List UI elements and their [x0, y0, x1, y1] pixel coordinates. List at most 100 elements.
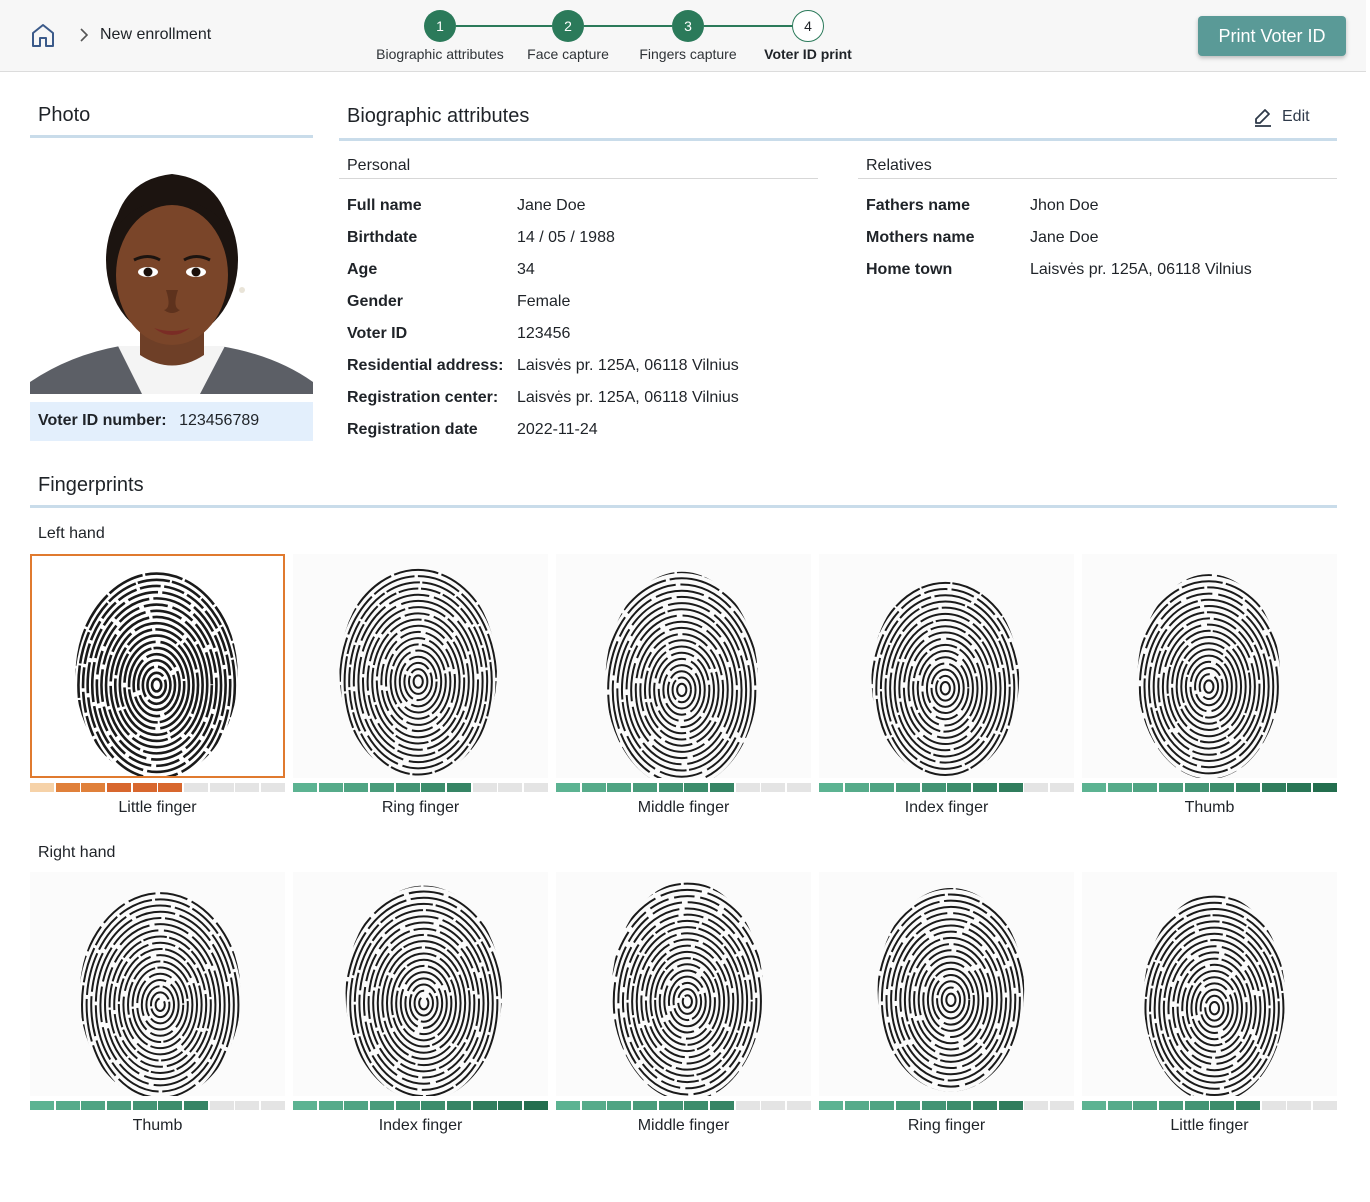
quality-segment [369, 1101, 395, 1110]
quality-segment [369, 783, 395, 792]
voter-id-number-label: Voter ID number: [38, 412, 167, 429]
edit-button[interactable]: Edit [1254, 106, 1310, 128]
fingerprint-image [75, 571, 238, 776]
quality-segment [183, 783, 209, 792]
attribute-key: Voter ID [347, 325, 408, 342]
quality-segment [921, 783, 946, 792]
quality-segment [132, 1101, 157, 1110]
quality-segment [106, 1101, 132, 1110]
quality-segment [1184, 1101, 1209, 1110]
quality-segment [498, 1101, 523, 1110]
quality-segment [1049, 1101, 1075, 1110]
attribute-key: Birthdate [347, 229, 418, 246]
quality-segment [786, 1101, 812, 1110]
quality-segment [870, 1101, 895, 1110]
quality-segment [607, 1101, 632, 1110]
quality-segment [235, 1101, 260, 1110]
quality-segment [318, 1101, 343, 1110]
voter-id-number-value: 123456789 [179, 412, 260, 429]
attribute-value: Laisvės pr. 125A, 06118 Vilnius [517, 357, 739, 374]
attribute-key: Home town [866, 261, 953, 278]
quality-segment [395, 783, 420, 792]
fingerprint-card-right-0[interactable]: Thumb [30, 872, 286, 1135]
quality-segment [395, 1101, 420, 1110]
quality-segment [1210, 1101, 1235, 1110]
attribute-value: 14 / 05 / 1988 [517, 229, 615, 246]
quality-segment [293, 783, 318, 792]
quality-segment [132, 783, 157, 792]
finger-name-label: Little finger [118, 799, 197, 816]
fingerprint-card-left-2[interactable]: Middle finger [556, 554, 812, 817]
step-1-circle[interactable]: 1 [424, 10, 456, 42]
attribute-value: 123456 [517, 325, 571, 342]
attribute-value: Laisvės pr. 125A, 06118 Vilnius [1030, 261, 1252, 278]
quality-segment [1133, 783, 1158, 792]
quality-segment [921, 1101, 946, 1110]
step-2-circle[interactable]: 2 [552, 10, 584, 42]
fingerprint-tile[interactable] [30, 872, 285, 1096]
fingerprint-tile[interactable] [819, 872, 1074, 1096]
print-voter-id-button[interactable]: Print Voter ID [1198, 16, 1346, 56]
attribute-key: Registration date [347, 421, 478, 438]
fingerprint-image [345, 885, 502, 1096]
fingerprint-tile[interactable] [819, 554, 1074, 778]
fingerprint-card-right-4[interactable]: Little finger [1082, 872, 1338, 1135]
relatives-divider [858, 178, 1337, 179]
fingerprint-card-left-0[interactable]: Little finger [30, 554, 286, 817]
fingerprint-card-left-1[interactable]: Ring finger [293, 554, 549, 817]
quality-segment [1235, 1101, 1261, 1110]
quality-segment [446, 783, 472, 792]
right-hand-label: Right hand [38, 844, 116, 861]
fingerprint-card-left-3[interactable]: Index finger [819, 554, 1075, 817]
step-3-circle[interactable]: 3 [672, 10, 704, 42]
quality-segment [709, 1101, 735, 1110]
photo-title: Photo [38, 104, 91, 126]
quality-segment [819, 1101, 844, 1110]
quality-segment [998, 1101, 1023, 1110]
quality-segment [998, 783, 1023, 792]
fingerprint-tile[interactable] [556, 872, 811, 1096]
quality-bar [819, 1101, 1075, 1110]
quality-segment [581, 783, 606, 792]
quality-segment [1184, 783, 1209, 792]
attribute-value: Jane Doe [1030, 229, 1099, 246]
quality-segment [30, 783, 55, 792]
step-connector [456, 25, 552, 27]
fingerprints-title: Fingerprints [38, 474, 144, 496]
fingerprint-card-left-4[interactable]: Thumb [1082, 554, 1338, 817]
fingerprint-image [871, 577, 1020, 778]
fingerprint-tile[interactable] [293, 554, 548, 778]
quality-segment [344, 783, 369, 792]
quality-segment [895, 783, 921, 792]
quality-segment [972, 783, 998, 792]
quality-segment [658, 1101, 683, 1110]
quality-segment [684, 783, 709, 792]
fingerprint-tile[interactable] [293, 872, 548, 1096]
biographic-divider [339, 138, 1337, 141]
fingerprint-tile[interactable] [1082, 872, 1337, 1096]
quality-segment [1312, 783, 1338, 792]
quality-segment [293, 1101, 318, 1110]
fingerprint-tile[interactable] [30, 554, 285, 778]
quality-segment [1158, 783, 1184, 792]
voter-photo [30, 150, 313, 394]
attribute-key: Age [347, 261, 378, 278]
quality-segment [972, 1101, 998, 1110]
quality-segment [260, 783, 286, 792]
fingerprint-card-right-3[interactable]: Ring finger [819, 872, 1075, 1135]
fingerprint-card-right-1[interactable]: Index finger [293, 872, 549, 1135]
quality-segment [1133, 1101, 1158, 1110]
step-4-circle[interactable]: 4 [792, 10, 824, 42]
step-4-label[interactable]: Voter ID print [723, 46, 893, 62]
quality-segment [709, 783, 735, 792]
quality-segment [498, 783, 523, 792]
quality-segment [844, 1101, 869, 1110]
quality-segment [1210, 783, 1235, 792]
quality-bar [556, 1101, 812, 1110]
fingerprint-card-right-2[interactable]: Middle finger [556, 872, 812, 1135]
fingerprint-tile[interactable] [1082, 554, 1337, 778]
quality-segment [55, 1101, 80, 1110]
quality-segment [1287, 1101, 1312, 1110]
quality-segment [819, 783, 844, 792]
fingerprint-tile[interactable] [556, 554, 811, 778]
